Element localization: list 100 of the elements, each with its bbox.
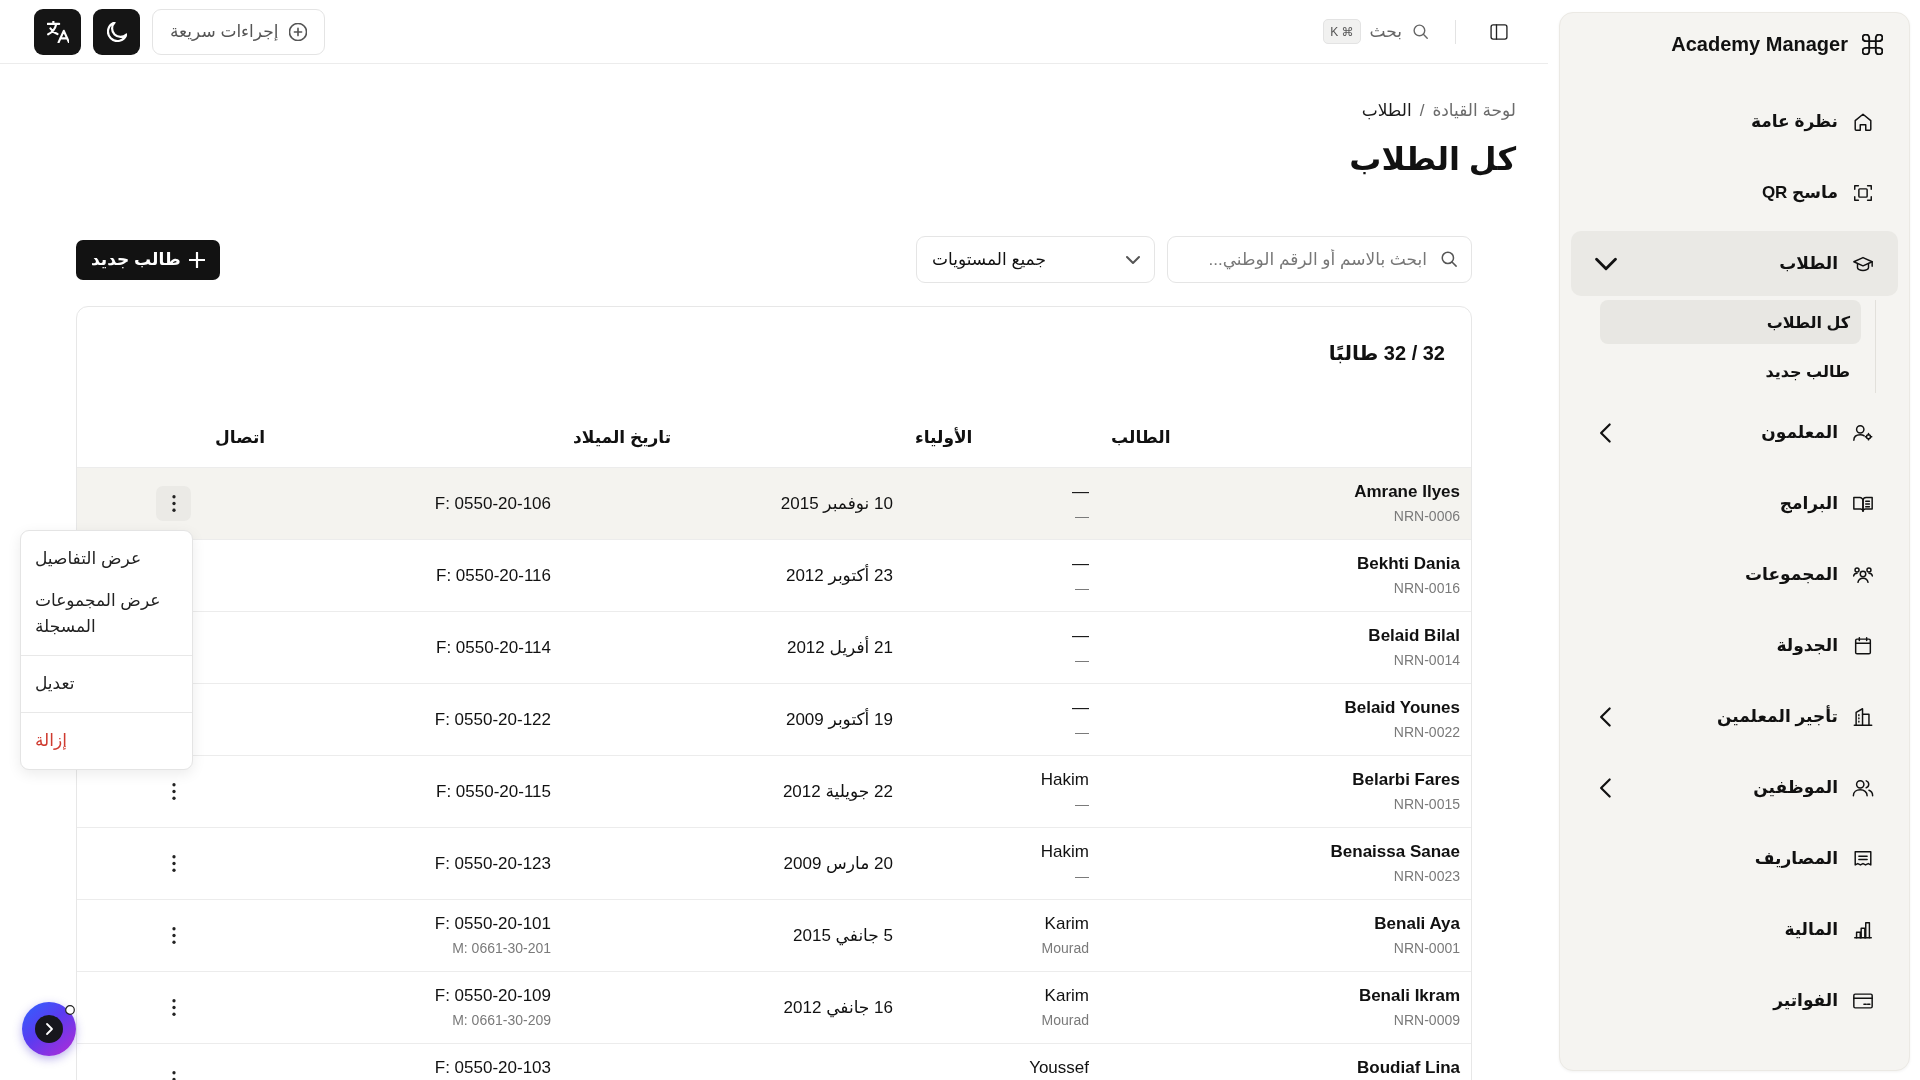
student-name: Amrane Ilyes	[1354, 480, 1460, 503]
phone-number: F: 0550-20-109	[434, 984, 551, 1007]
guardian-name: —	[1075, 722, 1089, 742]
command-icon	[1862, 33, 1883, 55]
student-name: Belaid Bilal	[1368, 624, 1460, 647]
vertical-dots-icon	[171, 927, 176, 944]
guardian-name: Karim	[1044, 984, 1089, 1007]
student-id: NRN-0023	[1393, 866, 1460, 886]
guardian-name: Youssef	[1029, 1057, 1089, 1079]
phone-number: F: 0550-20-103	[434, 1057, 551, 1079]
menu-item[interactable]: عرض التفاصيل	[21, 538, 192, 580]
menu-item[interactable]: عرض المجموعات المسجلة	[21, 580, 192, 648]
phone-number: F: 0550-20-114	[436, 636, 551, 659]
search-icon	[1440, 250, 1458, 268]
birth-date: 21 أفريل 2012	[786, 635, 893, 659]
row-actions-button[interactable]	[156, 486, 191, 521]
sidebar-toggle-button[interactable]	[1489, 21, 1509, 42]
guardian-name: —	[1075, 506, 1089, 526]
phone-number: F: 0550-20-123	[434, 852, 551, 875]
guardian-name: —	[1075, 578, 1089, 598]
breadcrumb-link[interactable]: لوحة القيادة	[1432, 99, 1516, 123]
student-id: NRN-0006	[1393, 506, 1460, 526]
student-name: Benaissa Sanae	[1330, 840, 1460, 863]
nav-item[interactable]: الطلاب	[1571, 231, 1898, 296]
keyboard-shortcut: ⌘ K	[1323, 19, 1361, 44]
vertical-dots-icon	[171, 999, 176, 1016]
nav-item[interactable]: تأجير المعلمين	[1571, 684, 1898, 749]
birth-date: 16 جانفي 2012	[783, 996, 893, 1020]
moon-icon	[106, 21, 127, 42]
nav-item[interactable]: المعلمون	[1571, 400, 1898, 465]
search-icon	[1412, 23, 1429, 40]
phone-number: F: 0550-20-106	[434, 492, 551, 515]
student-id: NRN-0001	[1393, 938, 1460, 958]
guardian-name: Mourad	[1041, 1010, 1089, 1030]
student-name: Belaid Younes	[1344, 696, 1460, 719]
translate-icon	[46, 20, 69, 43]
nav-item[interactable]: الموظفين	[1571, 755, 1898, 820]
student-name: Benali Aya	[1374, 912, 1460, 935]
chevron-right-icon	[35, 1015, 63, 1043]
phone-number: F: 0550-20-115	[436, 780, 551, 803]
guardian-name: —	[1075, 866, 1089, 886]
vertical-dots-icon	[171, 495, 176, 512]
birth-date: 19 أكتوبر 2009	[785, 707, 893, 731]
nav-item[interactable]: نظرة عامة	[1571, 89, 1898, 154]
nav-subitem[interactable]: طالب جديد	[1600, 349, 1861, 393]
theme-toggle-button[interactable]	[93, 8, 140, 55]
guardian-name: Hakim	[1040, 840, 1089, 863]
calendar-icon	[1852, 634, 1874, 657]
guardian-name: —	[1075, 650, 1089, 670]
phone-number: F: 0550-20-101	[434, 912, 551, 935]
birth-date: 5 جانفي 2015	[793, 924, 893, 948]
student-name: Boudiaf Lina	[1357, 1057, 1460, 1079]
student-name: Belarbi Fares	[1352, 768, 1460, 791]
level-dropdown[interactable]: جميع المستويات	[916, 236, 1155, 283]
phone-number: F: 0550-20-116	[436, 564, 551, 587]
birth-date: 20 مارس 2009	[783, 852, 893, 875]
breadcrumb-current: الطلاب	[1361, 100, 1412, 122]
menu-item[interactable]: إزالة	[21, 720, 192, 762]
menu-item[interactable]: تعديل	[21, 663, 192, 705]
phone-number: M: 0661-30-209	[452, 1010, 551, 1030]
student-name: Bekhti Dania	[1357, 552, 1460, 575]
nav-item[interactable]: البرامج	[1571, 471, 1898, 536]
guardian-name: —	[1072, 696, 1089, 719]
nav-item[interactable]: المجموعات	[1571, 542, 1898, 607]
nav-item[interactable]: ماسح QR	[1571, 160, 1898, 225]
birth-date: 22 جويلية 2012	[782, 780, 893, 803]
new-student-button[interactable]: طالب جديد	[76, 239, 220, 280]
birth-date: 23 أكتوبر 2012	[785, 563, 893, 587]
birth-date: 10 نوفمبر 2015	[780, 492, 893, 515]
nav-item[interactable]: الجدولة	[1571, 613, 1898, 678]
column-header: تاريخ الميلاد	[573, 427, 672, 448]
nav-item[interactable]: المصاريف	[1571, 826, 1898, 891]
guardian-name: —	[1072, 624, 1089, 647]
guardian-name: Karim	[1044, 912, 1089, 935]
launcher-button[interactable]	[22, 1002, 76, 1056]
column-header: الأولياء	[915, 427, 973, 448]
guardian-name: —	[1072, 552, 1089, 575]
nav-subitem[interactable]: كل الطلاب	[1600, 300, 1861, 344]
nav-item[interactable]: الفواتير	[1571, 968, 1898, 1033]
guardian-name: Hakim	[1040, 768, 1089, 791]
student-id: NRN-0016	[1393, 578, 1460, 598]
plus-icon	[188, 251, 205, 268]
phone-number: M: 0661-30-201	[452, 938, 551, 958]
student-id: NRN-0009	[1393, 1010, 1460, 1030]
student-id: NRN-0022	[1393, 722, 1460, 742]
page-title: كل الطلاب	[1348, 140, 1516, 179]
student-id: NRN-0014	[1393, 650, 1460, 670]
phone-number: F: 0550-20-122	[434, 708, 551, 731]
breadcrumb-separator: /	[1419, 100, 1425, 122]
guardian-name: —	[1075, 794, 1089, 814]
student-count: 32 / 32 طالبًا	[1328, 341, 1445, 366]
buildings-icon	[1852, 705, 1874, 728]
nav-item[interactable]: المالية	[1571, 897, 1898, 962]
quick-actions-button[interactable]: إجراءات سريعة	[152, 8, 326, 55]
translate-button[interactable]	[34, 8, 81, 55]
vertical-dots-icon	[171, 783, 176, 800]
app-title: Academy Manager	[1671, 32, 1848, 56]
vertical-dots-icon	[171, 855, 176, 872]
guardian-name: —	[1072, 480, 1089, 503]
panel-icon	[1489, 21, 1509, 42]
